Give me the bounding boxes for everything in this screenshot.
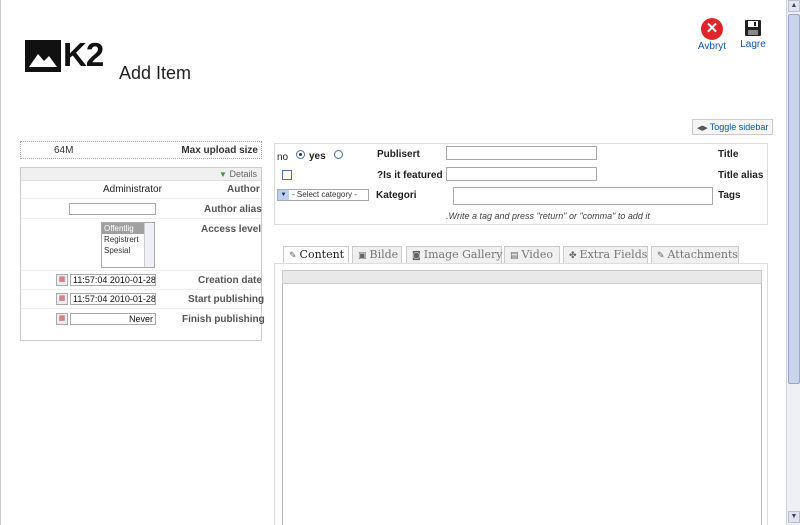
dropdown-arrow-icon: ▼ — [278, 190, 289, 200]
title-alias-label: Title alias — [718, 170, 764, 181]
max-upload-label: Max upload size — [181, 145, 258, 156]
start-publishing-label: Start publishing — [188, 294, 265, 305]
finish-publishing-input[interactable]: Never — [70, 313, 156, 325]
published-yes-radio[interactable] — [296, 150, 305, 159]
tab-label: Image Gallery — [423, 248, 503, 261]
tab-bilde[interactable]: ▣ Bilde — [352, 246, 402, 263]
k2-logo-mountain-icon — [25, 40, 61, 72]
page-title: Add Item — [119, 63, 192, 83]
film-icon: ▤ — [510, 251, 519, 261]
title-alias-input[interactable] — [446, 167, 597, 181]
author-value: Administrator — [103, 184, 162, 195]
vertical-scrollbar[interactable]: ▲ ▼ — [786, 0, 800, 525]
featured-label: ?Is it featured — [377, 170, 443, 181]
listbox-scrollbar[interactable] — [144, 223, 154, 267]
max-upload-value: 64M — [54, 145, 74, 156]
puzzle-icon: ✤ — [569, 251, 577, 261]
calendar-icon[interactable]: ▦ — [56, 274, 68, 286]
divider — [21, 198, 261, 199]
editor-toolbar — [282, 270, 762, 284]
finish-publishing-label: Finish publishing — [182, 314, 265, 325]
toggle-sidebar-button[interactable]: ◀▶ Toggle sidebar — [692, 119, 774, 135]
published-label: Publisert — [377, 149, 420, 160]
cancel-icon: ✕ — [701, 18, 723, 40]
tab-video[interactable]: ▤ Video — [504, 246, 560, 263]
tab-attachments[interactable]: ✎ Attachments — [651, 246, 739, 263]
title-label: Title — [718, 149, 739, 160]
toggle-arrows-icon: ◀▶ — [697, 125, 708, 132]
tab-label: Bilde — [369, 248, 399, 261]
divider — [21, 308, 261, 309]
paperclip-icon: ✎ — [657, 251, 665, 261]
calendar-icon[interactable]: ▦ — [56, 293, 68, 305]
access-level-listbox[interactable]: Offentlig Registrert Spesial — [101, 222, 155, 268]
published-no-label: no — [277, 152, 289, 163]
tags-label: Tags — [718, 190, 741, 201]
scroll-down-arrow-icon[interactable]: ▼ — [788, 511, 800, 523]
image-icon: ▣ — [358, 251, 367, 261]
tab-label: Attachments — [667, 248, 739, 261]
divider — [21, 270, 261, 271]
content-editor[interactable] — [282, 284, 762, 525]
category-select-value: - Select category - — [292, 190, 357, 199]
calendar-icon[interactable]: ▦ — [56, 313, 68, 325]
tab-label: Extra Fields — [579, 248, 648, 261]
published-yes-label: yes — [309, 151, 326, 162]
k2-logo: K2 — [25, 36, 105, 74]
edit-icon: ✎ — [289, 251, 297, 261]
cancel-button[interactable]: ✕ Avbryt — [692, 18, 732, 52]
tab-extra-fields[interactable]: ✤ Extra Fields — [563, 246, 648, 263]
details-toggle[interactable]: ▼ Details — [21, 168, 261, 181]
creation-date-label: Creation date — [198, 275, 262, 286]
tab-label: Content — [299, 248, 345, 261]
author-label: Author — [227, 184, 260, 195]
tags-input[interactable] — [453, 187, 713, 205]
scroll-thumb[interactable] — [788, 14, 800, 384]
tab-image-gallery[interactable]: ◙ Image Gallery — [406, 246, 502, 263]
save-label: Lagre — [740, 39, 766, 50]
cancel-label: Avbryt — [697, 41, 727, 52]
tags-hint: .Write a tag and press "return" or "comm… — [446, 211, 650, 221]
category-select[interactable]: ▼ - Select category - — [277, 189, 369, 201]
featured-checkbox[interactable] — [282, 170, 292, 180]
author-alias-input[interactable] — [69, 203, 156, 215]
author-alias-label: Author alias — [204, 204, 262, 215]
max-upload-box: 64M Max upload size — [20, 141, 262, 159]
tab-content[interactable]: ✎ Content — [283, 246, 349, 264]
divider — [21, 218, 261, 219]
tab-label: Video — [521, 248, 553, 261]
category-label: Kategori — [376, 190, 417, 201]
expand-triangle-icon: ▼ — [219, 170, 227, 179]
toggle-sidebar-label: Toggle sidebar — [709, 122, 769, 132]
details-label: Details — [229, 169, 257, 179]
divider — [21, 289, 261, 290]
title-input[interactable] — [446, 146, 597, 160]
creation-date-input[interactable]: 11:57:04 2010-01-28 — [70, 274, 156, 286]
access-level-label: Access level — [201, 224, 262, 235]
save-button[interactable]: Lagre — [733, 18, 773, 50]
published-no-radio[interactable] — [334, 150, 343, 159]
logo-text: K2 — [63, 36, 104, 73]
camera-icon: ◙ — [412, 251, 421, 261]
save-floppy-icon — [745, 20, 761, 36]
scroll-up-arrow-icon[interactable]: ▲ — [788, 0, 800, 12]
start-publishing-input[interactable]: 11:57:04 2010-01-28 — [70, 293, 156, 305]
